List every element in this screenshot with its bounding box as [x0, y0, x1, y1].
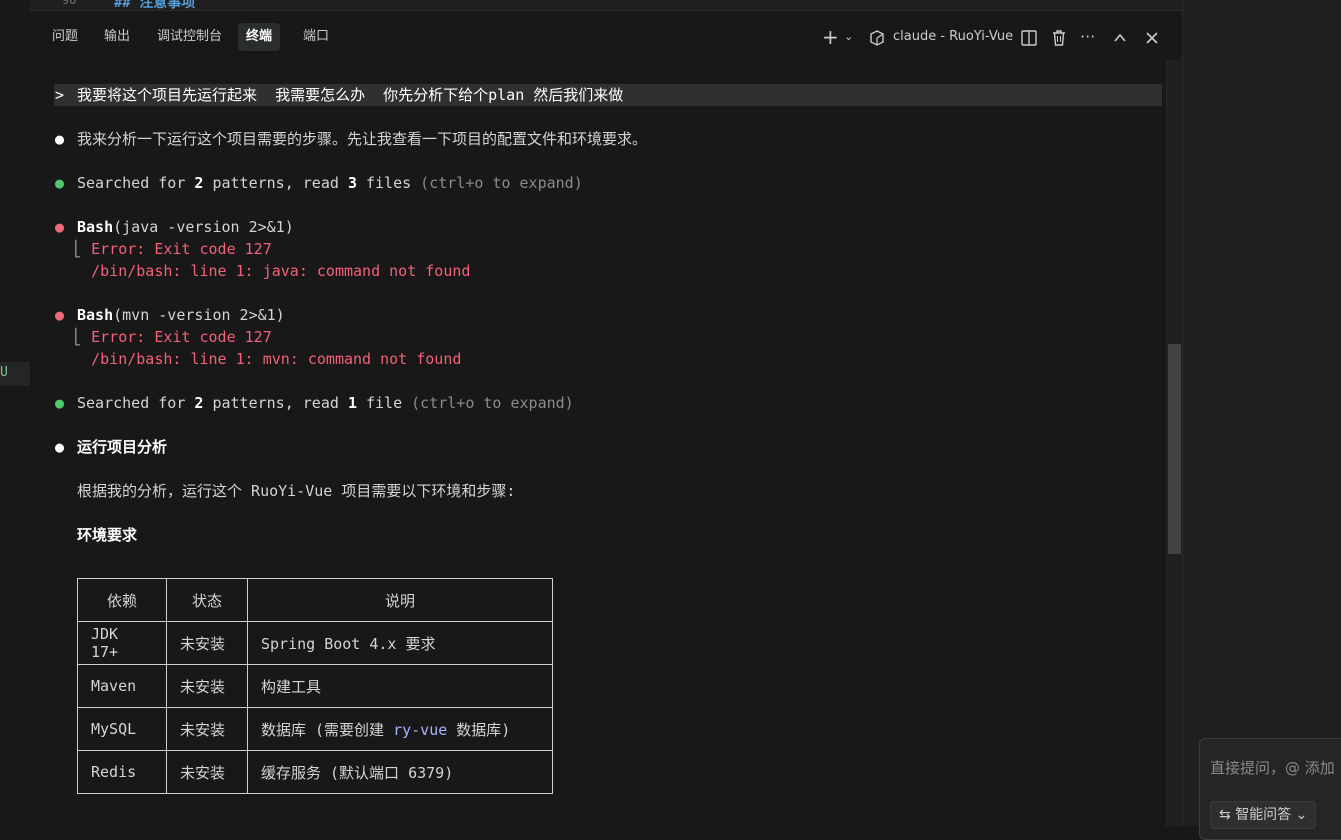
error-text: Error: Exit code 127 [91, 240, 272, 258]
table-header: 依赖 [77, 578, 167, 622]
inline-code: ry-vue [393, 720, 448, 739]
tree-branch-icon: ⎣ [55, 240, 92, 258]
table-cell: 未安装 [166, 621, 248, 665]
table-row: MySQL 未安装 数据库 (需要创建 ry-vue 数据库) [77, 707, 553, 751]
user-prompt: 我要将这个项目先运行起来 我需要怎么办 你先分析下给个plan 然后我们来做 [77, 86, 624, 104]
tool-args: (java -version 2>&1) [113, 218, 294, 236]
table-header-row: 依赖 状态 说明 [77, 578, 553, 622]
error-detail-text: /bin/bash: line 1: java: command not fou… [91, 262, 471, 280]
tab-problems[interactable]: 问题 [44, 23, 86, 51]
bullet-icon: ● [55, 438, 65, 456]
table-header: 说明 [247, 578, 553, 622]
code-line: ## 注意事项 [114, 0, 196, 10]
search-text-mid: patterns, read [203, 174, 348, 192]
terminal-output[interactable]: > 我要将这个项目先运行起来 我需要怎么办 你先分析下给个plan 然后我们来做 … [30, 71, 1166, 827]
table-row: JDK 17+ 未安装 Spring Boot 4.x 要求 [77, 621, 553, 665]
table-header: 状态 [166, 578, 248, 622]
tab-output[interactable]: 输出 [96, 23, 138, 51]
search-text-pre: Searched for [77, 394, 195, 412]
file-count: 3 [347, 174, 357, 192]
table-cell: Spring Boot 4.x 要求 [247, 621, 553, 665]
chat-input-placeholder[interactable]: 直接提问，@ 添加 [1210, 757, 1335, 778]
expand-hint[interactable]: (ctrl+o to expand) [402, 394, 574, 412]
search-result-line: ● Searched for 2 patterns, read 3 files (… [55, 172, 583, 194]
bash-call-line: ● Bash(mvn -version 2>&1) [55, 304, 285, 326]
table-cell: MySQL [77, 707, 167, 751]
assistant-message: ● 我来分析一下运行这个项目需要的步骤。先让我查看一下项目的配置文件和环境要求。 [55, 128, 647, 150]
activity-gutter: U [0, 0, 31, 826]
file-count: 1 [347, 394, 357, 412]
table-cell: Redis [77, 750, 167, 794]
bash-error-detail: /bin/bash: line 1: mvn: command not foun… [55, 348, 461, 370]
prompt-marker: > [55, 86, 65, 104]
tool-name: Bash [77, 306, 114, 324]
table-cell: 缓存服务 (默认端口 6379) [247, 750, 553, 794]
chat-side-pane: 直接提问，@ 添加 ⇆ 智能问答 ⌄ [1182, 0, 1341, 840]
panel-tab-bar: 问题 输出 调试控制台 终端 端口 + ⌄ claude - RuoYi-Vue… [30, 11, 1182, 61]
table-row: Maven 未安装 构建工具 [77, 664, 553, 708]
section-heading: ● 运行项目分析 [55, 436, 167, 458]
user-prompt-line: > 我要将这个项目先运行起来 我需要怎么办 你先分析下给个plan 然后我们来做 [55, 84, 623, 106]
tab-ports[interactable]: 端口 [295, 23, 337, 51]
chevron-down-icon: ⌄ [1291, 807, 1308, 823]
add-icon[interactable]: + [822, 23, 839, 51]
table-cell: 未安装 [166, 707, 248, 751]
bullet-icon: ● [55, 130, 65, 148]
tab-debug-console[interactable]: 调试控制台 [149, 23, 230, 51]
table-row: Redis 未安装 缓存服务 (默认端口 6379) [77, 750, 553, 794]
analysis-paragraph: 根据我的分析，运行这个 RuoYi-Vue 项目需要以下环境和步骤: [77, 482, 516, 500]
close-icon[interactable] [1144, 23, 1160, 51]
tool-name: Bash [77, 218, 114, 236]
search-text-post: files [356, 174, 412, 192]
trash-icon[interactable] [1050, 23, 1068, 51]
chat-mode-label: 智能问答 [1235, 807, 1292, 823]
terminal-profile-icon [868, 23, 886, 51]
search-text-post: file [356, 394, 403, 412]
subheading: 环境要求 [77, 526, 138, 544]
chevron-down-icon[interactable]: ⌄ [844, 23, 853, 51]
message-text: 我来分析一下运行这个项目需要的步骤。先让我查看一下项目的配置文件和环境要求。 [77, 130, 648, 148]
scrollbar-thumb[interactable] [1168, 344, 1181, 554]
success-dot-icon: ● [55, 174, 65, 192]
table-cell: JDK 17+ [77, 621, 167, 665]
maximize-icon[interactable] [1112, 23, 1128, 51]
terminal-title[interactable]: claude - RuoYi-Vue [893, 23, 1013, 51]
cell-text: 数据库) [447, 720, 511, 739]
tree-branch-icon: ⎣ [55, 328, 92, 346]
bottom-panel: 问题 输出 调试控制台 终端 端口 + ⌄ claude - RuoYi-Vue… [30, 10, 1182, 827]
error-detail-text: /bin/bash: line 1: mvn: command not foun… [91, 350, 462, 368]
git-untracked-badge: U [0, 365, 8, 380]
more-icon[interactable]: ··· [1080, 23, 1095, 51]
table-cell: 构建工具 [247, 664, 553, 708]
chat-mode-button[interactable]: ⇆ 智能问答 ⌄ [1210, 801, 1317, 829]
tab-terminal[interactable]: 终端 [238, 23, 281, 51]
expand-hint[interactable]: (ctrl+o to expand) [411, 174, 583, 192]
table-cell: Maven [77, 664, 167, 708]
error-dot-icon: ● [55, 218, 65, 236]
search-text-pre: Searched for [77, 174, 195, 192]
bash-error-detail: /bin/bash: line 1: java: command not fou… [55, 260, 470, 282]
search-text-mid: patterns, read [203, 394, 348, 412]
error-dot-icon: ● [55, 306, 65, 324]
table-cell: 未安装 [166, 664, 248, 708]
editor-peek: 90 ## 注意事项 [30, 0, 1182, 10]
environment-table: 依赖 状态 说明 JDK 17+ 未安装 Spring Boot 4.x 要求 … [77, 578, 553, 794]
error-text: Error: Exit code 127 [91, 328, 272, 346]
chat-input-box[interactable]: 直接提问，@ 添加 ⇆ 智能问答 ⌄ [1199, 738, 1341, 840]
line-number: 90 [62, 0, 77, 7]
table-cell: 数据库 (需要创建 ry-vue 数据库) [247, 707, 553, 751]
heading-text: 运行项目分析 [77, 438, 168, 456]
success-dot-icon: ● [55, 394, 65, 412]
cell-text: 数据库 (需要创建 [261, 720, 394, 739]
bash-error-line: ⎣ Error: Exit code 127 [55, 326, 272, 348]
chat-mode-icon: ⇆ [1219, 807, 1236, 823]
bash-call-line: ● Bash(java -version 2>&1) [55, 216, 294, 238]
bash-error-line: ⎣ Error: Exit code 127 [55, 238, 272, 260]
split-icon[interactable] [1020, 23, 1038, 51]
tool-args: (mvn -version 2>&1) [113, 306, 285, 324]
table-cell: 未安装 [166, 750, 248, 794]
search-result-line: ● Searched for 2 patterns, read 1 file (c… [55, 392, 574, 414]
